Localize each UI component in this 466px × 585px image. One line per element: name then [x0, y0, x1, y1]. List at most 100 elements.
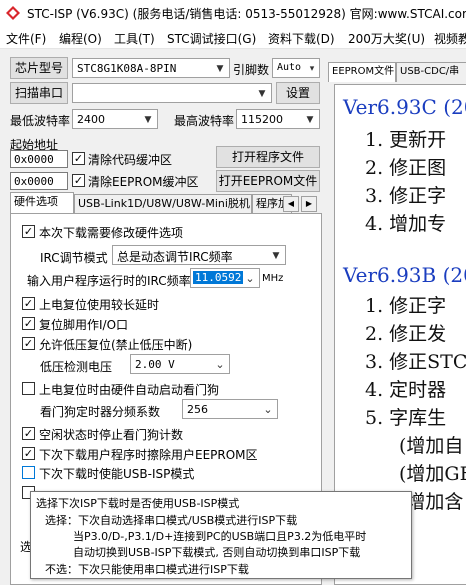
list-item: 3. 修正STC	[365, 351, 466, 373]
tooltip-title: 选择下次ISP下载时是否使用USB-ISP模式	[36, 497, 240, 510]
tab-eeprom-file[interactable]: EEPROM文件	[328, 62, 396, 82]
chip-type-value: STC8G1K08A-8PIN	[77, 62, 177, 75]
clear-eeprom-label: 清除EEPROM缓冲区	[88, 175, 199, 189]
list-item: 1. 更新开	[365, 129, 447, 151]
max-baud-value: 115200	[241, 113, 283, 126]
eeprom-address-input[interactable]: 0x0000	[10, 172, 68, 190]
modify-hw-options-label: 本次下载需要修改硬件选项	[39, 226, 184, 240]
version-heading: Ver6.93B (20	[343, 263, 466, 287]
chip-type-button[interactable]: 芯片型号	[10, 57, 68, 79]
chevron-down-icon: ▼	[306, 115, 314, 125]
left-tab-strip: 硬件选项 USB-Link1D/U8W/U8W-Mini脱机 程序加	[10, 192, 320, 215]
chevron-down-icon: ▼	[272, 251, 280, 261]
list-item: 5. 字库生	[365, 407, 447, 429]
low-voltage-reset-checkbox[interactable]: ✓	[22, 337, 35, 350]
chevron-down-icon: ▾	[309, 64, 315, 74]
watchdog-prescaler-select[interactable]: 256 ⌄	[182, 399, 278, 419]
irc-frequency-unit: MHz	[262, 273, 284, 284]
tab-scroll-left-icon[interactable]: ◀	[283, 196, 299, 212]
right-tab-strip: EEPROM文件 USB-CDC/串	[326, 62, 466, 84]
tab-usb-link1d[interactable]: USB-Link1D/U8W/U8W-Mini脱机	[74, 194, 252, 214]
chevron-down-icon: ⌄	[263, 403, 273, 416]
erase-eeprom-checkbox[interactable]: ✓	[22, 447, 35, 460]
min-baud-label: 最低波特率	[10, 114, 71, 128]
version-heading: Ver6.93C (20	[343, 95, 466, 119]
hw-watchdog-checkbox[interactable]	[22, 382, 35, 395]
open-eeprom-file-button[interactable]: 打开EEPROM文件	[216, 170, 320, 192]
usb-isp-tooltip: 选择下次ISP下载时是否使用USB-ISP模式 选择：下次自动选择串口模式/US…	[30, 491, 412, 579]
irc-frequency-value: 11.0592	[193, 271, 244, 284]
min-baud-value: 2400	[77, 113, 105, 126]
lvd-voltage-label: 低压检测电压	[40, 360, 113, 374]
chevron-down-icon: ▼	[144, 115, 152, 125]
lvd-voltage-select[interactable]: 2.00 V ⌄	[130, 354, 230, 374]
irc-frequency-select[interactable]: 11.0592 ⌄	[190, 268, 260, 288]
chevron-down-icon: ⌄	[245, 272, 255, 285]
list-item: 2. 修正图	[365, 157, 447, 179]
irc-frequency-label: 输入用户程序运行时的IRC频率	[27, 274, 191, 288]
chevron-down-icon: ▼	[216, 64, 224, 74]
reset-pin-io-label: 复位脚用作I/O口	[39, 318, 129, 332]
window-title: STC-ISP (V6.93C) (服务电话/销售电话: 0513-550129…	[27, 7, 466, 21]
irc-mode-label: IRC调节模式	[40, 251, 108, 265]
eeprom-address-value: 0x0000	[14, 175, 54, 188]
open-program-file-button[interactable]: 打开程序文件	[216, 146, 320, 168]
tooltip-line: 选择：下次自动选择串口模式/USB模式进行ISP下载	[45, 514, 298, 527]
app-logo-icon	[6, 6, 20, 20]
modify-hw-options-checkbox[interactable]: ✓	[22, 225, 35, 238]
tab-scroll-right-icon[interactable]: ▶	[301, 196, 317, 212]
idle-stop-watchdog-label: 空闲状态时停止看门狗计数	[39, 428, 184, 442]
usb-isp-label: 下次下载时使能USB-ISP模式	[39, 467, 195, 481]
pin-count-label: 引脚数	[233, 63, 270, 77]
menu-stc-debug[interactable]: STC调试接口(G)	[167, 30, 256, 47]
serial-port-select[interactable]: ▼	[72, 83, 272, 103]
menu-prize[interactable]: 200万大奖(U)	[348, 30, 425, 47]
scan-port-button[interactable]: 扫描串口	[10, 82, 68, 104]
clear-code-label: 清除代码缓冲区	[88, 153, 173, 167]
chip-type-select[interactable]: STC8G1K08A-8PIN ▼	[72, 58, 230, 78]
code-address-value: 0x0000	[14, 153, 54, 166]
settings-button[interactable]: 设置	[276, 82, 320, 104]
min-baud-select[interactable]: 2400 ▼	[72, 109, 158, 129]
tooltip-line: 当P3.0/D-,P3.1/D+连接到PC的USB端口且P3.2为低电平时	[73, 530, 367, 543]
menu-bar: 文件(F) 编程(O) 工具(T) STC调试接口(G) 资料下载(D) 200…	[0, 26, 466, 49]
list-item: 2. 修正发	[365, 323, 447, 345]
tooltip-line: 自动切换到USB-ISP下载模式, 否则自动切换到串口ISP下载	[73, 546, 361, 559]
list-item: 3. 修正字	[365, 185, 447, 207]
menu-tools[interactable]: 工具(T)	[114, 30, 155, 47]
max-baud-label: 最高波特率	[174, 114, 235, 128]
long-reset-delay-checkbox[interactable]: ✓	[22, 297, 35, 310]
clear-code-checkbox[interactable]: ✓	[72, 152, 85, 165]
code-address-input[interactable]: 0x0000	[10, 150, 68, 168]
watchdog-prescaler-label: 看门狗定时器分频系数	[40, 405, 161, 419]
max-baud-select[interactable]: 115200 ▼	[236, 109, 320, 129]
tab-usb-cdc[interactable]: USB-CDC/串	[396, 62, 466, 82]
pin-count-select[interactable]: Auto ▾	[272, 58, 320, 78]
menu-program[interactable]: 编程(O)	[59, 30, 102, 47]
chevron-down-icon: ▼	[258, 89, 266, 99]
lvd-voltage-value: 2.00 V	[135, 358, 175, 371]
tooltip-line: 不选：下次只能使用串口模式进行ISP下载	[45, 563, 249, 576]
erase-eeprom-label: 下次下载用户程序时擦除用户EEPROM区	[39, 448, 258, 462]
title-bar: STC-ISP (V6.93C) (服务电话/销售电话: 0513-550129…	[0, 0, 466, 26]
tab-hardware-options[interactable]: 硬件选项	[10, 192, 74, 215]
watchdog-prescaler-value: 256	[187, 403, 208, 416]
long-reset-delay-label: 上电复位使用较长延时	[39, 298, 160, 312]
menu-video[interactable]: 视频教	[434, 30, 466, 47]
list-item: (增加GE	[399, 463, 466, 485]
usb-isp-checkbox[interactable]	[22, 466, 35, 479]
low-voltage-reset-label: 允许低压复位(禁止低压中断)	[39, 338, 193, 352]
list-item: 4. 定时器	[365, 379, 447, 401]
list-item: (增加自	[399, 435, 464, 457]
menu-downloads[interactable]: 资料下载(D)	[268, 30, 335, 47]
reset-pin-io-checkbox[interactable]: ✓	[22, 317, 35, 330]
irc-mode-value: 总是动态调节IRC频率	[117, 250, 233, 264]
clear-eeprom-checkbox[interactable]: ✓	[72, 174, 85, 187]
hw-watchdog-label: 上电复位时由硬件自动启动看门狗	[39, 383, 220, 397]
idle-stop-watchdog-checkbox[interactable]: ✓	[22, 427, 35, 440]
menu-file[interactable]: 文件(F)	[6, 30, 46, 47]
irc-mode-select[interactable]: 总是动态调节IRC频率 ▼	[112, 245, 286, 265]
list-item: 4. 增加专	[365, 213, 447, 235]
pin-count-value: Auto	[277, 62, 302, 73]
list-item: 1. 修正字	[365, 295, 447, 317]
